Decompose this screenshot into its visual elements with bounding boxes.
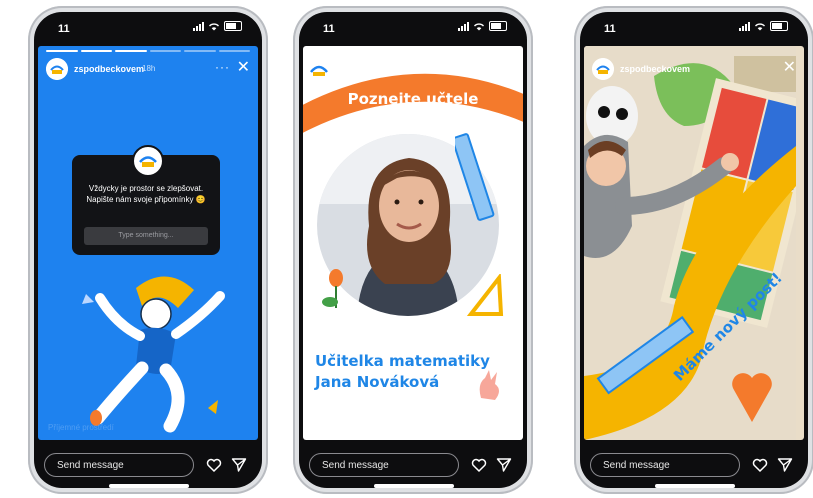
heart-icon[interactable] (206, 457, 222, 473)
status-icons (193, 21, 242, 31)
question-sticker[interactable]: Vždycky je prostor se zlepšovat. Napište… (72, 145, 220, 255)
phone-frame: 11 zspodbeckovem 18h ··· ✕ Vždycky je pr… (28, 6, 268, 494)
story-title: Poznejte učtele (347, 90, 479, 108)
battery-icon (224, 21, 242, 31)
teacher-subject: Učitelka matematiky (315, 352, 490, 370)
question-text: Vždycky je prostor se zlepšovat. Napište… (86, 184, 206, 204)
heart-icon[interactable] (752, 457, 768, 473)
story-reply-bar: Send message (580, 448, 808, 488)
close-icon[interactable]: ✕ (783, 58, 796, 78)
home-indicator (374, 484, 454, 488)
story-progress (46, 50, 250, 52)
story-username[interactable]: zspodbeckovem (620, 64, 690, 74)
story-header: zspodbeckovem ✕ (592, 58, 796, 82)
send-icon[interactable] (496, 457, 512, 473)
avatar[interactable] (46, 58, 68, 80)
battery-icon (489, 21, 507, 31)
phone-frame: 11 zspodbeckovem ✕ Máme nový post! Send … (574, 6, 813, 494)
story-screen: Poznejte učtele Učitelka matematiky Jana (303, 46, 523, 440)
status-bar: 11 (299, 12, 527, 44)
signal-icon (739, 21, 750, 31)
phone-frame: 11 Poznejte učtele Učitelka matematiky J… (293, 6, 533, 494)
phone-screen-bezel: 11 zspodbeckovem ✕ Máme nový post! Send … (580, 12, 808, 488)
home-indicator (655, 484, 735, 488)
signal-icon (458, 21, 469, 31)
flower-illustration (322, 269, 343, 308)
wifi-icon (755, 22, 765, 30)
send-icon[interactable] (777, 457, 793, 473)
story-header: zspodbeckovem 18h ··· ✕ (46, 58, 250, 82)
triangle-ruler-illustration (466, 274, 504, 316)
hand-illustration (479, 370, 499, 400)
sticker-logo-icon (132, 145, 164, 177)
send-message-input[interactable]: Send message (590, 453, 740, 477)
story-footer-text: Příjemné prostředí (48, 423, 114, 432)
story-screen: zspodbeckovem ✕ Máme nový post! (584, 46, 804, 440)
story-screen: zspodbeckovem 18h ··· ✕ Vždycky je prost… (38, 46, 258, 440)
heart-illustration (732, 373, 772, 422)
story-reply-bar: Send message (34, 448, 262, 488)
ruler-illustration (455, 133, 495, 221)
status-icons (458, 21, 507, 31)
status-bar: 11 (34, 12, 262, 44)
question-answer-input[interactable]: Type something... (84, 227, 208, 245)
story-age: 18h (142, 64, 156, 73)
home-indicator (109, 484, 189, 488)
signal-icon (193, 21, 204, 31)
send-icon[interactable] (231, 457, 247, 473)
send-message-input[interactable]: Send message (309, 453, 459, 477)
wifi-icon (209, 22, 219, 30)
running-figure-illustration (82, 276, 225, 433)
phone-screen-bezel: 11 Poznejte učtele Učitelka matematiky J… (299, 12, 527, 488)
more-icon[interactable]: ··· (215, 60, 230, 74)
story-reply-bar: Send message (299, 448, 527, 488)
status-time: 11 (58, 23, 70, 35)
wifi-icon (474, 22, 484, 30)
status-icons (739, 21, 788, 31)
avatar[interactable] (592, 58, 614, 80)
status-bar: 11 (580, 12, 808, 44)
status-time: 11 (604, 23, 616, 35)
battery-icon (770, 21, 788, 31)
send-message-input[interactable]: Send message (44, 453, 194, 477)
story-username[interactable]: zspodbeckovem (74, 64, 144, 74)
heart-icon[interactable] (471, 457, 487, 473)
status-time: 11 (323, 23, 335, 35)
teacher-name: Jana Nováková (315, 373, 440, 391)
close-icon[interactable]: ✕ (237, 58, 250, 78)
phone-screen-bezel: 11 zspodbeckovem 18h ··· ✕ Vždycky je pr… (34, 12, 262, 488)
